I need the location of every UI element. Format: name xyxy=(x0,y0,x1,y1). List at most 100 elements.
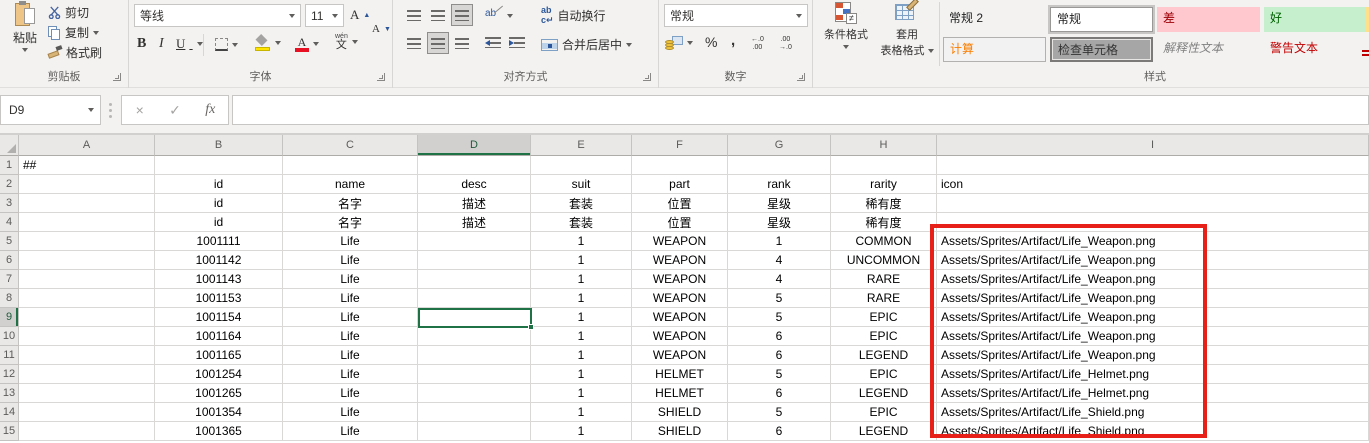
cell-H5[interactable]: COMMON xyxy=(831,232,937,251)
cell-B9[interactable]: 1001154 xyxy=(155,308,283,327)
cell-C9[interactable]: Life xyxy=(283,308,418,327)
alignment-dialog-launcher-icon[interactable] xyxy=(643,73,651,81)
cell-B8[interactable]: 1001153 xyxy=(155,289,283,308)
cell-E8[interactable]: 1 xyxy=(531,289,632,308)
column-header-E[interactable]: E xyxy=(531,135,632,156)
cell-A2[interactable] xyxy=(19,175,155,194)
cell-F15[interactable]: SHIELD xyxy=(632,422,728,441)
borders-button[interactable] xyxy=(215,38,238,51)
cell-G11[interactable]: 6 xyxy=(728,346,831,365)
cell-style-selected[interactable]: 常规 xyxy=(1050,7,1153,32)
cell-E3[interactable]: 套装 xyxy=(531,194,632,213)
bottom-align-button[interactable] xyxy=(451,4,473,26)
cell-E5[interactable]: 1 xyxy=(531,232,632,251)
selected-cell-outline[interactable] xyxy=(418,308,532,328)
row-header-11[interactable]: 11 xyxy=(0,346,19,365)
row-header-9[interactable]: 9 xyxy=(0,308,19,327)
cell-A8[interactable] xyxy=(19,289,155,308)
cell-G7[interactable]: 4 xyxy=(728,270,831,289)
cell-H13[interactable]: LEGEND xyxy=(831,384,937,403)
cell-B2[interactable]: id xyxy=(155,175,283,194)
cell-E12[interactable]: 1 xyxy=(531,365,632,384)
cell-E13[interactable]: 1 xyxy=(531,384,632,403)
column-header-G[interactable]: G xyxy=(728,135,831,156)
cell-G12[interactable]: 5 xyxy=(728,365,831,384)
cell-A6[interactable] xyxy=(19,251,155,270)
cell-H9[interactable]: EPIC xyxy=(831,308,937,327)
phonetic-guide-button[interactable]: wén文 xyxy=(335,33,358,51)
cell-B10[interactable]: 1001164 xyxy=(155,327,283,346)
cell-B4[interactable]: id xyxy=(155,213,283,232)
cell-D12[interactable] xyxy=(418,365,531,384)
cell-F9[interactable]: WEAPON xyxy=(632,308,728,327)
cell-style-explain[interactable]: 解释性文本 xyxy=(1157,37,1260,62)
fill-handle[interactable] xyxy=(528,324,534,330)
cell-G10[interactable]: 6 xyxy=(728,327,831,346)
cell-F5[interactable]: WEAPON xyxy=(632,232,728,251)
cell-C10[interactable]: Life xyxy=(283,327,418,346)
cell-A14[interactable] xyxy=(19,403,155,422)
cell-D4[interactable]: 描述 xyxy=(418,213,531,232)
column-header-B[interactable]: B xyxy=(155,135,283,156)
cell-B5[interactable]: 1001111 xyxy=(155,232,283,251)
cell-G5[interactable]: 1 xyxy=(728,232,831,251)
cell-G9[interactable]: 5 xyxy=(728,308,831,327)
wrap-text-button[interactable]: abc↵ 自动换行 xyxy=(541,6,606,26)
column-header-I[interactable]: I xyxy=(937,135,1369,156)
cell-A15[interactable] xyxy=(19,422,155,441)
cell-style-calc[interactable]: 计算 xyxy=(943,37,1046,62)
cell-D7[interactable] xyxy=(418,270,531,289)
row-header-8[interactable]: 8 xyxy=(0,289,19,308)
row-header-6[interactable]: 6 xyxy=(0,251,19,270)
cell-H3[interactable]: 稀有度 xyxy=(831,194,937,213)
cell-G8[interactable]: 5 xyxy=(728,289,831,308)
cell-A12[interactable] xyxy=(19,365,155,384)
cell-F4[interactable]: 位置 xyxy=(632,213,728,232)
cell-A4[interactable] xyxy=(19,213,155,232)
cell-H14[interactable]: EPIC xyxy=(831,403,937,422)
column-header-A[interactable]: A xyxy=(19,135,155,156)
column-header-D[interactable]: D xyxy=(418,135,531,156)
row-header-7[interactable]: 7 xyxy=(0,270,19,289)
cell-H2[interactable]: rarity xyxy=(831,175,937,194)
cell-H8[interactable]: RARE xyxy=(831,289,937,308)
cell-A1[interactable]: ## xyxy=(19,156,155,175)
comma-style-button[interactable]: , xyxy=(731,32,735,49)
cell-C12[interactable]: Life xyxy=(283,365,418,384)
percent-style-button[interactable]: % xyxy=(705,34,717,50)
cell-H15[interactable]: LEGEND xyxy=(831,422,937,441)
name-box[interactable]: D9 xyxy=(0,95,101,125)
cell-E4[interactable]: 套装 xyxy=(531,213,632,232)
cell-F7[interactable]: WEAPON xyxy=(632,270,728,289)
cell-C8[interactable]: Life xyxy=(283,289,418,308)
cell-F11[interactable]: WEAPON xyxy=(632,346,728,365)
row-header-3[interactable]: 3 xyxy=(0,194,19,213)
decrease-decimal-button[interactable]: .00 →.0 xyxy=(779,36,792,51)
cell-A11[interactable] xyxy=(19,346,155,365)
cell-D14[interactable] xyxy=(418,403,531,422)
cell-style-warning[interactable]: 警告文本 xyxy=(1264,37,1367,62)
cell-E6[interactable]: 1 xyxy=(531,251,632,270)
cell-F14[interactable]: SHIELD xyxy=(632,403,728,422)
cell-H4[interactable]: 稀有度 xyxy=(831,213,937,232)
cell-B1[interactable] xyxy=(155,156,283,175)
cell-style-check[interactable]: 检查单元格 xyxy=(1050,37,1153,62)
cell-C5[interactable]: Life xyxy=(283,232,418,251)
cell-F1[interactable] xyxy=(632,156,728,175)
cell-H1[interactable] xyxy=(831,156,937,175)
cell-H10[interactable]: EPIC xyxy=(831,327,937,346)
cell-C6[interactable]: Life xyxy=(283,251,418,270)
cell-B15[interactable]: 1001365 xyxy=(155,422,283,441)
cell-H6[interactable]: UNCOMMON xyxy=(831,251,937,270)
cell-C14[interactable]: Life xyxy=(283,403,418,422)
clipboard-dialog-launcher-icon[interactable] xyxy=(113,73,121,81)
row-header-2[interactable]: 2 xyxy=(0,175,19,194)
cell-C13[interactable]: Life xyxy=(283,384,418,403)
cell-style-good[interactable]: 好 xyxy=(1264,7,1367,32)
cell-H7[interactable]: RARE xyxy=(831,270,937,289)
cell-A7[interactable] xyxy=(19,270,155,289)
merge-center-button[interactable]: 合并后居中 xyxy=(541,36,632,53)
accounting-format-button[interactable] xyxy=(665,36,693,50)
cell-H12[interactable]: EPIC xyxy=(831,365,937,384)
cell-C4[interactable]: 名字 xyxy=(283,213,418,232)
